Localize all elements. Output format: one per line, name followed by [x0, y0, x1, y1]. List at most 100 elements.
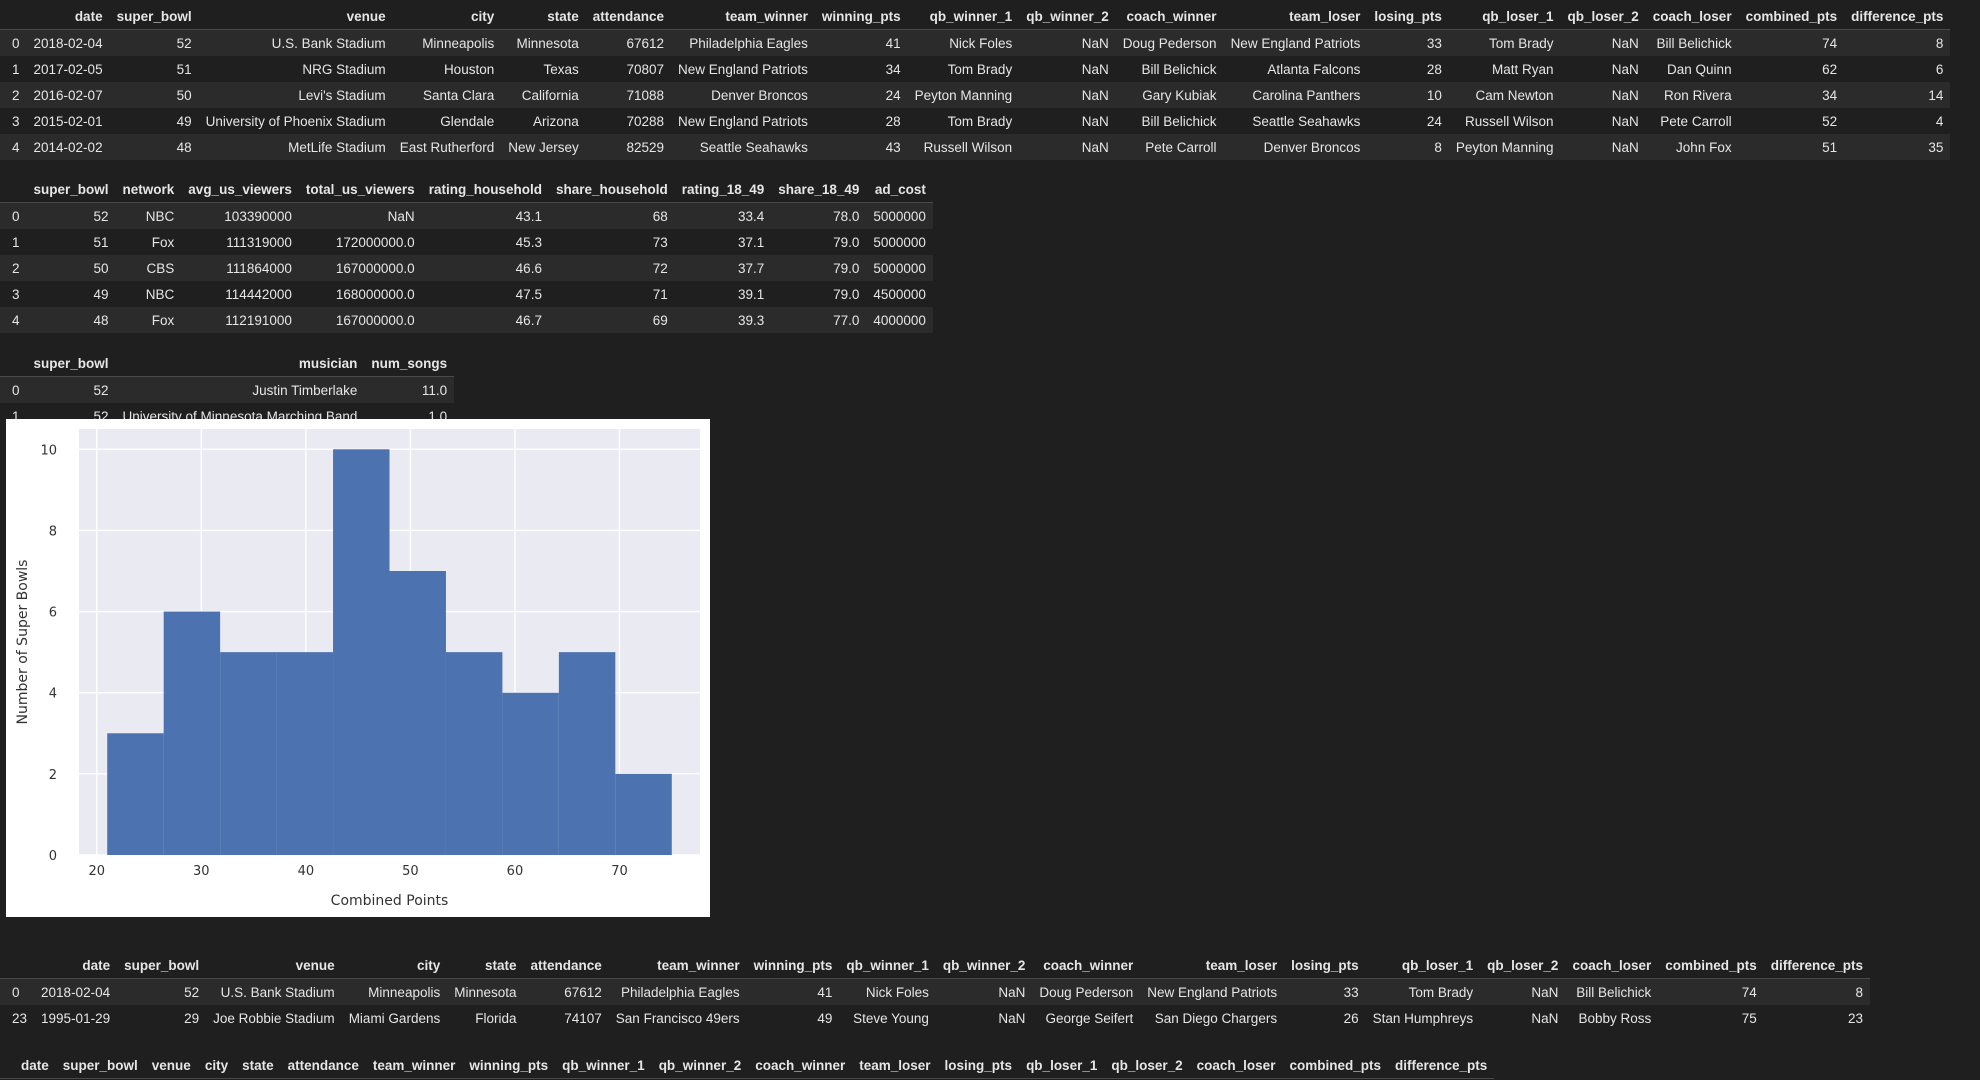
table-row: 3 49 NBC 114442000 168000000.0 47.5 71 39.1 79.0… — [0, 281, 933, 307]
table-cell: 74 — [1741, 984, 1757, 1000]
table-cell: 68 — [652, 208, 668, 224]
row-index: 23 — [12, 1010, 28, 1026]
table-cell: 74 — [1822, 35, 1838, 51]
column-header: coach_winner — [748, 1052, 853, 1079]
table-cell: 35 — [1928, 139, 1944, 155]
table-cell: John Fox — [1676, 139, 1732, 155]
column-header: losing_pts — [937, 1052, 1020, 1079]
row-index: 0 — [12, 382, 20, 398]
table-cell: 5000000 — [873, 234, 926, 250]
table-cell: 2014-02-02 — [33, 139, 103, 155]
table-cell: Arizona — [532, 113, 579, 129]
y-tick-label: 8 — [49, 524, 57, 539]
row-index: 1 — [12, 234, 20, 250]
x-tick-label: 50 — [402, 864, 419, 879]
table-cell: Dan Quinn — [1667, 61, 1732, 77]
table-cell: NaN — [1531, 1010, 1559, 1026]
column-header: coach_winner — [1115, 3, 1224, 30]
table-cell: Philadelphia Eagles — [621, 984, 740, 1000]
filtered-games-table: date super_bowl venue city state attendance te… — [0, 952, 1871, 1031]
table-cell: NaN — [1081, 113, 1109, 129]
table-cell: Minneapolis — [368, 984, 441, 1000]
table-cell: New England Patriots — [678, 113, 808, 129]
table-cell: 1995-01-29 — [41, 1010, 111, 1026]
column-header: combined_pts — [1658, 952, 1764, 979]
table-cell: 52 — [93, 208, 109, 224]
column-header: share_household — [548, 176, 675, 203]
table-cell: 62 — [1822, 61, 1838, 77]
column-header: super_bowl — [117, 952, 207, 979]
table-cell: 10 — [1426, 87, 1442, 103]
table-cell: Cam Newton — [1475, 87, 1554, 103]
table-cell: Doug Pederson — [1122, 35, 1217, 51]
row-index: 4 — [12, 139, 20, 155]
column-header: attendance — [523, 952, 609, 979]
table-cell: New England Patriots — [1230, 35, 1361, 51]
table-cell: 167000000.0 — [335, 260, 415, 276]
table-cell: U.S. Bank Stadium — [271, 35, 386, 51]
row-index: 4 — [12, 312, 20, 328]
table-row: 0 2018-02-04 52 U.S. Bank Stadium Minneapoli… — [0, 978, 1871, 1005]
table-cell: Bill Belichick — [1141, 61, 1217, 77]
table-row: 2 50 CBS 111864000 167000000.0 46.6 72 37.7 79.0… — [0, 255, 933, 281]
column-header: difference_pts — [1844, 3, 1951, 30]
table-cell: 79.0 — [833, 286, 860, 302]
table-cell: NaN — [1081, 35, 1109, 51]
table-cell: Pete Carroll — [1145, 139, 1217, 155]
table-cell: NaN — [1611, 61, 1639, 77]
table-cell: 34 — [885, 61, 901, 77]
table-cell: 79.0 — [833, 234, 860, 250]
table-cell: Glendale — [440, 113, 495, 129]
table-cell: 48 — [93, 312, 109, 328]
column-header: network — [115, 176, 182, 203]
table-cell: 5000000 — [873, 208, 926, 224]
table-cell: Nick Foles — [949, 35, 1013, 51]
table-cell: 50 — [176, 87, 192, 103]
table-cell: California — [521, 87, 579, 103]
table-cell: NaN — [1081, 87, 1109, 103]
table-cell: 52 — [176, 35, 192, 51]
table-cell: San Diego Chargers — [1154, 1010, 1278, 1026]
table-cell: 114442000 — [225, 286, 292, 302]
table-cell: Stan Humphreys — [1372, 1010, 1474, 1026]
column-header: venue — [198, 3, 393, 30]
table-cell: 8 — [1935, 35, 1944, 51]
table-cell: 74107 — [564, 1010, 602, 1026]
table-cell: 77.0 — [833, 312, 860, 328]
column-header: difference_pts — [1763, 952, 1871, 979]
table-cell: NaN — [1611, 139, 1639, 155]
table-cell: 5000000 — [873, 260, 926, 276]
table-cell: NaN — [998, 984, 1026, 1000]
table-cell: Tom Brady — [947, 113, 1013, 129]
table-cell: George Seifert — [1045, 1010, 1134, 1026]
table-cell: Tom Brady — [1488, 35, 1554, 51]
column-header: state — [447, 952, 524, 979]
column-header: super_bowl — [26, 350, 116, 377]
table-cell: 112191000 — [225, 312, 292, 328]
table-cell: New England Patriots — [1147, 984, 1278, 1000]
table-cell: Pete Carroll — [1660, 113, 1732, 129]
table-cell: 43.1 — [515, 208, 542, 224]
table-cell: Fox — [151, 234, 175, 250]
x-axis-label: Combined Points — [331, 893, 449, 909]
table-cell: 11.0 — [421, 382, 448, 398]
table-cell: Doug Pederson — [1039, 984, 1134, 1000]
table-cell: 73 — [652, 234, 668, 250]
table-cell: 6 — [1935, 61, 1944, 77]
column-header: venue — [144, 1052, 198, 1079]
table-cell: Bill Belichick — [1656, 35, 1732, 51]
table-cell: 2018-02-04 — [33, 35, 103, 51]
y-tick-label: 10 — [40, 443, 57, 458]
combined-points-histogram: 20 30 40 50 60 70 0 2 4 6 8 10 Combined Points Number… — [6, 419, 710, 917]
table-cell: Santa Clara — [422, 87, 495, 103]
column-header: combined_pts — [1738, 3, 1845, 30]
table-cell: MetLife Stadium — [288, 139, 386, 155]
column-header: rating_household — [421, 176, 549, 203]
column-header: qb_winner_1 — [907, 3, 1020, 30]
column-header: num_songs — [364, 350, 455, 377]
x-tick-label: 40 — [298, 864, 315, 879]
y-tick-label: 0 — [49, 849, 57, 864]
column-header: team_loser — [1140, 952, 1285, 979]
table-cell: Peyton Manning — [1455, 139, 1554, 155]
column-header: winning_pts — [746, 952, 840, 979]
